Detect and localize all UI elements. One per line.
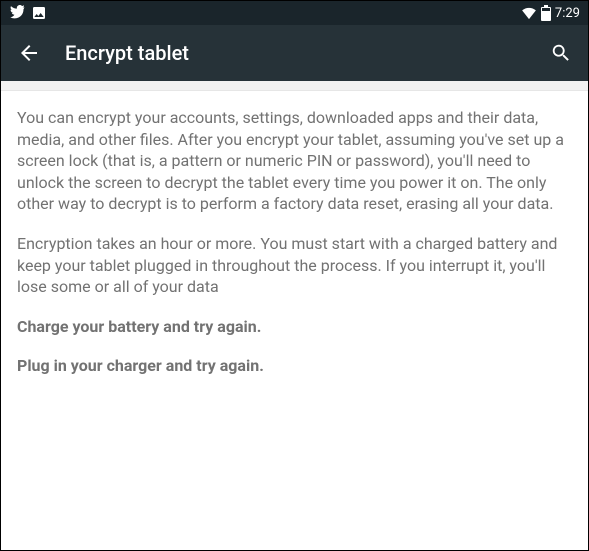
status-bar-right: 7:29: [521, 5, 580, 21]
description-paragraph-2: Encryption takes an hour or more. You mu…: [17, 233, 572, 298]
battery-icon: [541, 5, 551, 21]
status-bar-left: [9, 5, 47, 21]
subheader-strip: [1, 81, 588, 91]
warning-charge-battery: Charge your battery and try again.: [17, 316, 572, 338]
status-bar: 7:29: [1, 1, 588, 25]
description-paragraph-1: You can encrypt your accounts, settings,…: [17, 107, 572, 215]
search-button[interactable]: [550, 42, 572, 64]
image-icon: [31, 5, 47, 21]
wifi-icon: [521, 6, 537, 21]
content-area: You can encrypt your accounts, settings,…: [1, 91, 588, 411]
app-bar: Encrypt tablet: [1, 25, 588, 81]
status-clock: 7:29: [555, 6, 580, 21]
warning-plug-charger: Plug in your charger and try again.: [17, 355, 572, 377]
twitter-icon: [9, 5, 25, 21]
page-title: Encrypt tablet: [65, 41, 550, 65]
back-button[interactable]: [17, 41, 41, 65]
